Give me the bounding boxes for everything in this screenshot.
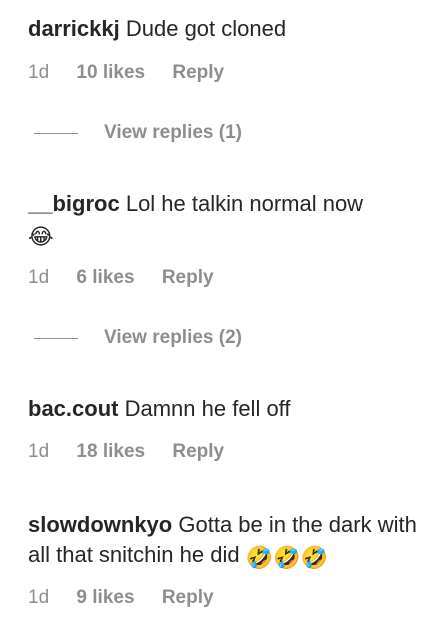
comment-body: Damnn he fell off (124, 396, 291, 421)
comment-meta: 1d 10 likes Reply (28, 61, 224, 85)
comment-text: __bigroc Lol he talkin normal now 😂 (28, 189, 423, 252)
comment-username[interactable]: slowdownkyo (28, 512, 172, 537)
comment-meta: 1d 18 likes Reply (28, 440, 224, 464)
comment-likes-link[interactable]: 6 likes (76, 266, 134, 290)
comment-text: bac.cout Damnn he fell off (28, 394, 423, 424)
view-replies-divider (34, 132, 78, 134)
tears-of-joy-emoji-icon: 😂 (28, 224, 54, 249)
comment-timestamp: 1d (28, 267, 50, 288)
view-replies-divider (34, 337, 78, 339)
comment-text: slowdownkyo Gotta be in the dark with al… (28, 510, 423, 573)
comment-username[interactable]: __bigroc (28, 191, 120, 216)
comment-text: darrickkj Dude got cloned (28, 14, 423, 44)
view-replies-button[interactable]: View replies (2) (34, 326, 242, 350)
view-replies-button[interactable]: View replies (1) (34, 121, 242, 145)
comment-username[interactable]: bac.cout (28, 396, 118, 421)
comment-likes-link[interactable]: 18 likes (76, 440, 145, 464)
comment-body: Dude got cloned (125, 16, 287, 41)
comment-username[interactable]: darrickkj (28, 16, 120, 41)
comment-meta: 1d 9 likes Reply (28, 586, 214, 610)
comment: bac.cout Damnn he fell off (28, 394, 423, 424)
comment-reply-button[interactable]: Reply (162, 586, 214, 610)
comment-likes-link[interactable]: 9 likes (76, 586, 134, 610)
comment-reply-button[interactable]: Reply (172, 61, 224, 85)
comment-timestamp: 1d (28, 62, 50, 83)
view-replies-label: View replies (1) (104, 122, 242, 143)
comment-timestamp: 1d (28, 441, 50, 462)
comment-reply-button[interactable]: Reply (172, 440, 224, 464)
view-replies-label: View replies (2) (104, 327, 242, 348)
comment: __bigroc Lol he talkin normal now 😂 (28, 189, 423, 252)
rolling-laughing-emoji-icon: 🤣🤣🤣 (245, 545, 328, 570)
comment-timestamp: 1d (28, 587, 50, 608)
comment-reply-button[interactable]: Reply (162, 266, 214, 290)
comment: slowdownkyo Gotta be in the dark with al… (28, 510, 423, 573)
comment-likes-link[interactable]: 10 likes (76, 61, 145, 85)
comment: darrickkj Dude got cloned (28, 14, 423, 44)
comment-meta: 1d 6 likes Reply (28, 266, 214, 290)
comment-body: Lol he talkin normal now (125, 191, 364, 216)
